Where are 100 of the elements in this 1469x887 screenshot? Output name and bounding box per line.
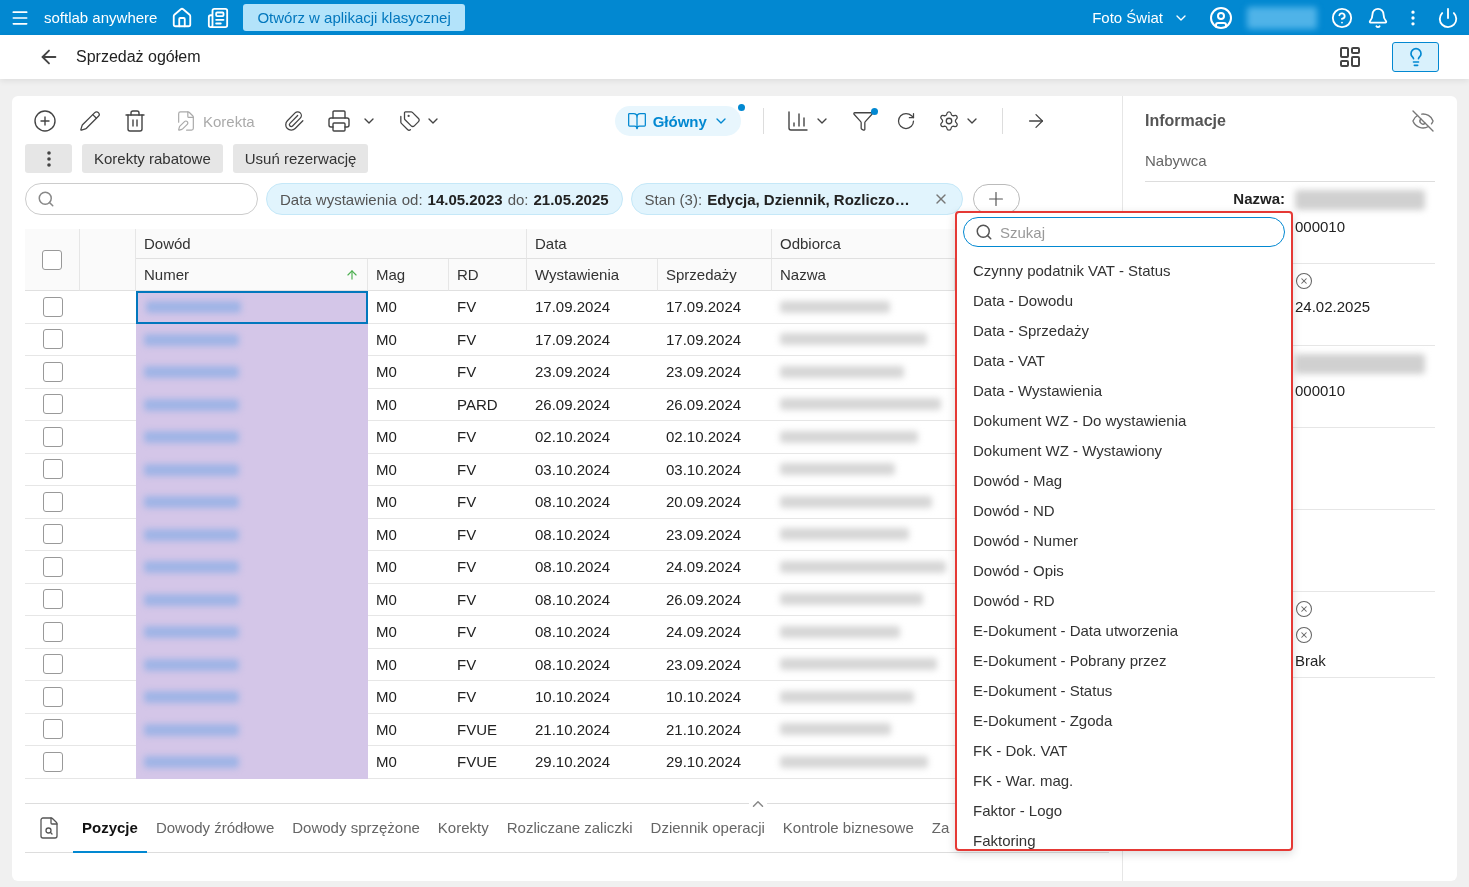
table-cell: 17.09.2024 (658, 323, 772, 356)
column-header[interactable]: Sprzedaży (658, 259, 772, 291)
document-search-icon[interactable] (37, 816, 61, 840)
row-checkbox[interactable] (42, 751, 63, 772)
tab[interactable]: Korekty (428, 803, 498, 853)
table-cell: FV (449, 323, 527, 356)
filter-chip[interactable]: Data wystawienia od: 14.05.2023 do: 21.05.2025 (266, 183, 623, 215)
select-all-checkbox[interactable] (42, 249, 62, 270)
picker-item[interactable]: Dowód - Numer (963, 525, 1285, 555)
picker-item[interactable]: Data - Sprzedaży (963, 315, 1285, 345)
picker-item[interactable]: FK - Dok. VAT (963, 735, 1285, 765)
picker-item[interactable]: Dowód - Mag (963, 465, 1285, 495)
picker-search-field[interactable]: Szukaj (963, 217, 1285, 247)
row-checkbox[interactable] (42, 654, 63, 675)
picker-item[interactable]: Data - Wystawienia (963, 375, 1285, 405)
tab[interactable]: Dziennik operacji (641, 803, 774, 853)
picker-item[interactable]: E-Dokument - Zgoda (963, 705, 1285, 735)
number-cell[interactable] (136, 291, 368, 324)
tab[interactable]: Kontrole biznesowe (773, 803, 923, 853)
number-cell[interactable] (136, 746, 368, 779)
open-classic-button[interactable]: Otwórz w aplikacji klasycznej (243, 4, 465, 31)
refresh-icon[interactable] (895, 111, 916, 131)
clear-icon[interactable] (1295, 600, 1313, 618)
redacted-user (1247, 6, 1317, 29)
row-checkbox[interactable] (42, 556, 63, 577)
company-selector[interactable]: Foto Świat (1086, 8, 1195, 27)
table-cell: M0 (368, 323, 449, 356)
filter-label: od: (401, 190, 423, 208)
lightbulb-button[interactable] (1392, 42, 1439, 72)
more-button[interactable] (25, 144, 72, 173)
newspaper-icon[interactable] (207, 6, 230, 29)
home-icon[interactable] (171, 6, 194, 29)
action-button[interactable]: Korekty rabatowe (82, 144, 223, 173)
paperclip-icon[interactable] (282, 110, 305, 132)
picker-item[interactable]: E-Dokument - Pobrany przez (963, 645, 1285, 675)
row-checkbox[interactable] (42, 589, 63, 610)
picker-item[interactable]: E-Dokument - Data utworzenia (963, 615, 1285, 645)
column-header[interactable]: Mag (368, 259, 449, 291)
row-checkbox[interactable] (42, 296, 63, 317)
picker-item[interactable]: FK - War. mag. (963, 765, 1285, 795)
row-checkbox[interactable] (42, 686, 63, 707)
table-cell: 17.09.2024 (527, 291, 658, 324)
row-checkbox[interactable] (42, 426, 63, 447)
pencil-icon[interactable] (79, 110, 101, 132)
tab[interactable]: Dowody źródłowe (146, 803, 284, 853)
table-cell: FV (449, 681, 527, 714)
picker-item[interactable]: Data - VAT (963, 345, 1285, 375)
table-cell: 03.10.2024 (658, 453, 772, 486)
picker-item[interactable]: Dowód - Opis (963, 555, 1285, 585)
picker-item[interactable]: Dowód - RD (963, 585, 1285, 615)
picker-item[interactable]: Czynny podatnik VAT - Status (963, 255, 1285, 285)
power-icon[interactable] (1437, 6, 1459, 29)
column-header[interactable]: Wystawienia (527, 259, 658, 291)
help-icon[interactable] (1331, 6, 1353, 29)
trash-icon[interactable] (123, 109, 147, 133)
picker-item[interactable]: Faktoring (963, 825, 1285, 849)
search-field[interactable] (25, 183, 258, 215)
search-icon (975, 223, 993, 241)
clear-icon[interactable] (1295, 272, 1313, 290)
eye-off-icon[interactable] (1411, 109, 1435, 133)
row-checkbox[interactable] (42, 621, 63, 642)
picker-item[interactable]: Dowód - ND (963, 495, 1285, 525)
row-checkbox[interactable] (42, 459, 63, 480)
row-checkbox[interactable] (42, 491, 63, 512)
table-cell: M0 (368, 746, 449, 779)
number-cell[interactable] (136, 323, 368, 356)
tab[interactable]: Rozliczane zaliczki (497, 803, 642, 853)
picker-item[interactable]: Dokument WZ - Do wystawienia (963, 405, 1285, 435)
clear-icon[interactable] (1295, 626, 1313, 644)
picker-item[interactable]: Dokument WZ - Wystawiony (963, 435, 1285, 465)
status-dot (737, 104, 745, 111)
column-header[interactable]: Nazwa (772, 259, 955, 291)
row-checkbox[interactable] (42, 524, 63, 545)
column-header[interactable]: Numer (136, 259, 368, 291)
add-filter-button[interactable] (972, 184, 1020, 214)
picker-item[interactable]: E-Dokument - Status (963, 675, 1285, 705)
table-cell: 20.09.2024 (658, 486, 772, 519)
add-icon[interactable] (33, 109, 57, 133)
table-cell: FVUE (449, 713, 527, 746)
row-checkbox[interactable] (42, 394, 63, 415)
tab[interactable]: Za (922, 803, 959, 853)
row-checkbox[interactable] (42, 361, 63, 382)
filter-label: do: (507, 190, 529, 208)
table-cell: PARD (449, 388, 527, 421)
row-checkbox[interactable] (42, 329, 63, 350)
tab[interactable]: Dowody sprzężone (283, 803, 429, 853)
picker-item[interactable]: Data - Dowodu (963, 285, 1285, 315)
app-name: softlab anywhere (44, 9, 158, 26)
tab[interactable]: Pozycje (73, 803, 147, 853)
bell-icon[interactable] (1367, 6, 1389, 29)
filter-chip[interactable]: Stan (3): Edycja, Dziennik, Rozliczo… (630, 183, 963, 215)
row-checkbox[interactable] (42, 719, 63, 740)
action-button[interactable]: Usuń rezerwację (232, 144, 369, 173)
table-cell: 24.09.2024 (658, 616, 772, 649)
picker-item[interactable]: Faktor - Logo (963, 795, 1285, 825)
column-header[interactable]: RD (449, 259, 527, 291)
user-icon[interactable] (1209, 5, 1233, 30)
table-cell: 08.10.2024 (527, 616, 658, 649)
layout-icon[interactable] (1338, 45, 1362, 69)
field-value: Brak (1295, 652, 1326, 669)
